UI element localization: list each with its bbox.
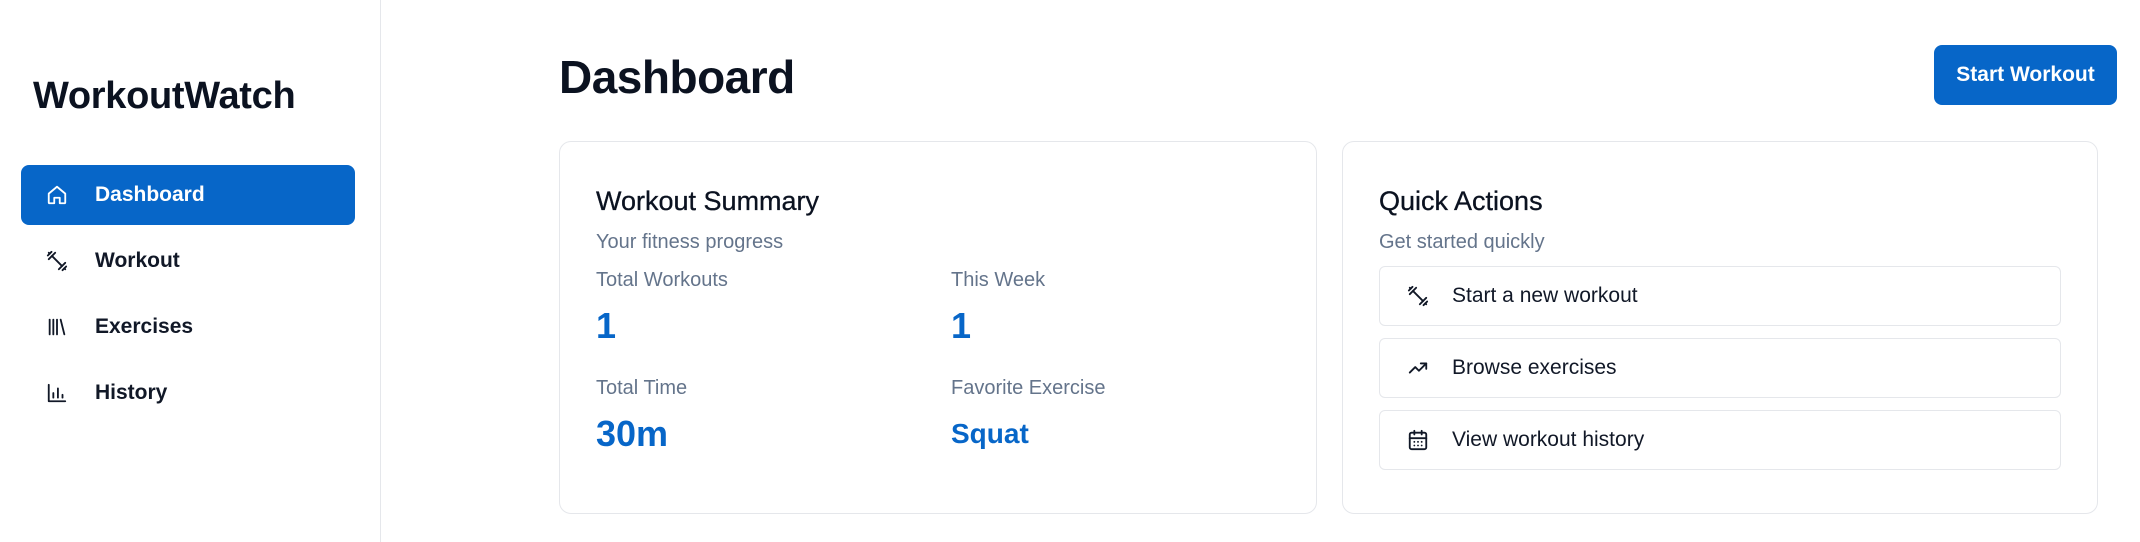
card-title: Workout Summary: [596, 186, 820, 216]
trending-up-icon: [1406, 356, 1430, 380]
calendar-icon: [1406, 428, 1430, 452]
start-workout-button[interactable]: Start Workout: [1934, 45, 2117, 105]
bar-chart-icon: [45, 381, 69, 405]
stat-value: Squat: [951, 418, 1029, 449]
stat-label: This Week: [951, 269, 1046, 291]
stat-favorite-exercise: Favorite Exercise Squat: [951, 376, 1291, 484]
card-subtitle: Your fitness progress: [596, 231, 784, 253]
stat-label: Favorite Exercise: [951, 377, 1106, 399]
action-label: Start a new workout: [1452, 284, 1638, 307]
card-subtitle: Get started quickly: [1379, 231, 1545, 253]
quick-actions-list: Start a new workout Browse exercises Vie…: [1379, 266, 2061, 470]
library-icon: [45, 315, 69, 339]
workout-summary-card: Workout Summary Your fitness progress To…: [559, 141, 1317, 514]
brand-logo: WorkoutWatch: [33, 75, 296, 117]
quick-actions-card: Quick Actions Get started quickly Start …: [1342, 141, 2098, 514]
stat-label: Total Time: [596, 377, 688, 399]
stats-grid: Total Workouts 1 This Week 1 Total Time …: [596, 268, 1280, 484]
sidebar-item-label: Exercises: [95, 315, 194, 338]
stat-value: 1: [596, 305, 617, 346]
action-label: Browse exercises: [1452, 356, 1617, 379]
stat-total-time: Total Time 30m: [596, 376, 951, 484]
page-title: Dashboard: [559, 51, 795, 103]
sidebar-item-dashboard[interactable]: Dashboard: [21, 165, 355, 225]
sidebar-item-label: History: [95, 381, 168, 404]
start-new-workout-button[interactable]: Start a new workout: [1379, 266, 2061, 326]
action-label: View workout history: [1452, 428, 1645, 451]
stat-value: 1: [951, 305, 972, 346]
dumbbell-icon: [1406, 284, 1430, 308]
sidebar-item-history[interactable]: History: [21, 363, 355, 423]
stat-label: Total Workouts: [596, 269, 728, 291]
sidebar-item-workout[interactable]: Workout: [21, 231, 355, 291]
sidebar-item-label: Dashboard: [95, 183, 205, 206]
sidebar-item-exercises[interactable]: Exercises: [21, 297, 355, 357]
sidebar: WorkoutWatch Dashboard Workout Exercises: [0, 0, 381, 542]
dumbbell-icon: [45, 249, 69, 273]
view-workout-history-button[interactable]: View workout history: [1379, 410, 2061, 470]
sidebar-nav: Dashboard Workout Exercises History: [21, 165, 355, 423]
stat-total-workouts: Total Workouts 1: [596, 268, 951, 376]
browse-exercises-button[interactable]: Browse exercises: [1379, 338, 2061, 398]
app: WorkoutWatch Dashboard Workout Exercises: [0, 0, 2140, 542]
card-title: Quick Actions: [1379, 186, 1543, 216]
home-icon: [45, 183, 69, 207]
sidebar-item-label: Workout: [95, 249, 180, 272]
stat-value: 30m: [596, 413, 669, 454]
stat-this-week: This Week 1: [951, 268, 1291, 376]
main-content: Dashboard Start Workout Workout Summary …: [381, 0, 2140, 542]
